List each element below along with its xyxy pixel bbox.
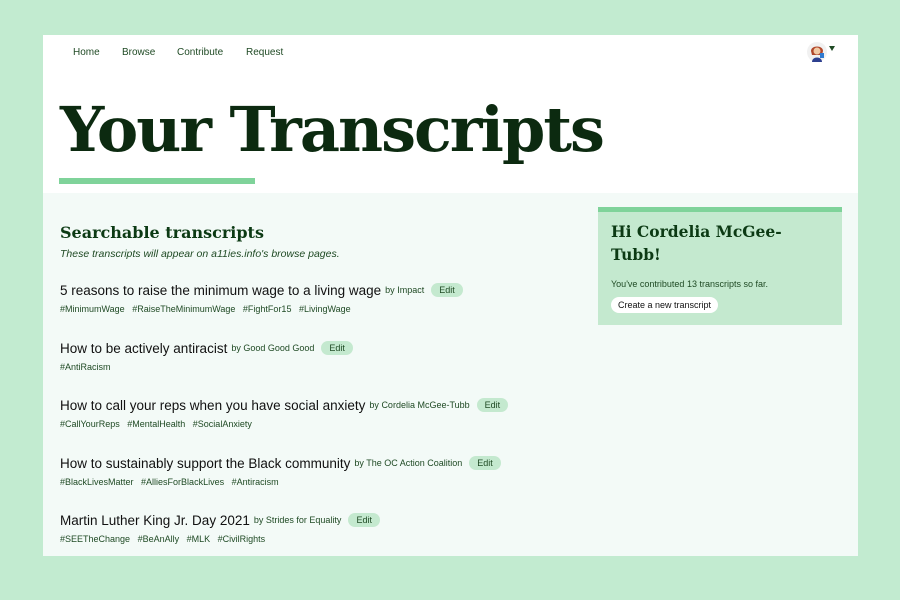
transcript-title-link[interactable]: How to be actively antiracist	[60, 341, 227, 356]
nav-contribute-link[interactable]: Contribute	[177, 47, 223, 58]
nav-browse-link[interactable]: Browse	[122, 47, 155, 58]
tag-list: #CallYourReps #MentalHealth #SocialAnxie…	[60, 419, 508, 429]
caret-down-icon[interactable]	[829, 46, 835, 51]
tag-link[interactable]: #MentalHealth	[127, 419, 185, 429]
transcript-item: How to sustainably support the Black com…	[60, 452, 501, 487]
tag-link[interactable]: #BlackLivesMatter	[60, 477, 134, 487]
tag-link[interactable]: #BeAnAlly	[138, 534, 180, 544]
transcript-byline: by Good Good Good	[231, 343, 314, 353]
edit-button[interactable]: Edit	[348, 513, 380, 527]
tag-link[interactable]: #LivingWage	[299, 304, 351, 314]
tag-link[interactable]: #FightFor15	[243, 304, 292, 314]
title-underline	[59, 178, 255, 184]
tag-link[interactable]: #Antiracism	[232, 477, 279, 487]
transcript-byline: by Strides for Equality	[254, 515, 342, 525]
page-title: Your Transcripts	[60, 93, 605, 166]
transcript-item: How to be actively antiracist by Good Go…	[60, 337, 353, 372]
edit-button[interactable]: Edit	[476, 398, 509, 412]
transcript-item: Martin Luther King Jr. Day 2021 by Strid…	[60, 509, 380, 544]
tag-link[interactable]: #SocialAnxiety	[193, 419, 252, 429]
byline-prefix: by	[354, 458, 364, 468]
transcript-byline: by The OC Action Coalition	[354, 458, 462, 468]
tag-list: #BlackLivesMatter #AlliesForBlackLives #…	[60, 477, 501, 487]
tag-link[interactable]: #RaiseTheMinimumWage	[132, 304, 235, 314]
transcript-title-link[interactable]: Martin Luther King Jr. Day 2021	[60, 513, 250, 528]
tag-link[interactable]: #CivilRights	[218, 534, 266, 544]
transcript-author: The OC Action Coalition	[366, 458, 463, 468]
tag-list: #AntiRacism	[60, 362, 353, 372]
create-transcript-button[interactable]: Create a new transcript	[611, 297, 719, 313]
edit-button[interactable]: Edit	[431, 283, 463, 297]
transcript-item: How to call your reps when you have soci…	[60, 394, 509, 429]
edit-button[interactable]: Edit	[469, 456, 501, 470]
transcript-byline: by Impact	[385, 285, 424, 295]
tag-link[interactable]: #AlliesForBlackLives	[141, 477, 224, 487]
user-avatar-icon[interactable]	[807, 42, 827, 62]
nav-request-link[interactable]: Request	[246, 47, 283, 58]
transcript-title-link[interactable]: How to sustainably support the Black com…	[60, 456, 350, 471]
transcript-item: 5 reasons to raise the minimum wage to a…	[60, 279, 463, 314]
transcript-title-link[interactable]: 5 reasons to raise the minimum wage to a…	[60, 283, 381, 298]
transcript-author: Impact	[397, 285, 425, 295]
tag-link[interactable]: #AntiRacism	[60, 362, 111, 372]
tag-list: #MinimumWage #RaiseTheMinimumWage #Fight…	[60, 304, 463, 314]
transcript-author: Cordelia McGee-Tubb	[381, 400, 470, 410]
section-subtitle: These transcripts will appear on a11ies.…	[60, 248, 340, 260]
byline-prefix: by	[369, 400, 379, 410]
transcript-author: Good Good Good	[243, 343, 315, 353]
tag-link[interactable]: #SEETheChange	[60, 534, 130, 544]
welcome-card: Hi Cordelia McGee-Tubb! You've contribut…	[598, 207, 842, 325]
edit-button[interactable]: Edit	[321, 341, 353, 355]
nav-home-link[interactable]: Home	[73, 47, 100, 58]
page-frame: Home Browse Contribute Request Your Tran…	[43, 35, 858, 556]
content-area: Searchable transcripts These transcripts…	[43, 193, 858, 556]
transcript-author: Strides for Equality	[265, 515, 342, 525]
card-accent-bar	[598, 207, 842, 212]
transcript-byline: by Cordelia McGee-Tubb	[369, 400, 469, 410]
tag-link[interactable]: #MLK	[187, 534, 211, 544]
byline-prefix: by	[253, 515, 264, 525]
tag-link[interactable]: #CallYourReps	[60, 419, 120, 429]
byline-prefix: by	[231, 343, 241, 353]
top-navigation: Home Browse Contribute Request	[43, 35, 858, 71]
tag-list: #SEETheChange #BeAnAlly #MLK #CivilRight…	[60, 534, 380, 544]
byline-prefix: by	[385, 285, 395, 295]
transcript-title-link[interactable]: How to call your reps when you have soci…	[60, 398, 365, 413]
tag-link[interactable]: #MinimumWage	[60, 304, 125, 314]
section-title: Searchable transcripts	[60, 223, 264, 242]
contribution-count-text: You've contributed 13 transcripts so far…	[611, 279, 768, 289]
greeting-heading: Hi Cordelia McGee-Tubb!	[611, 222, 782, 264]
